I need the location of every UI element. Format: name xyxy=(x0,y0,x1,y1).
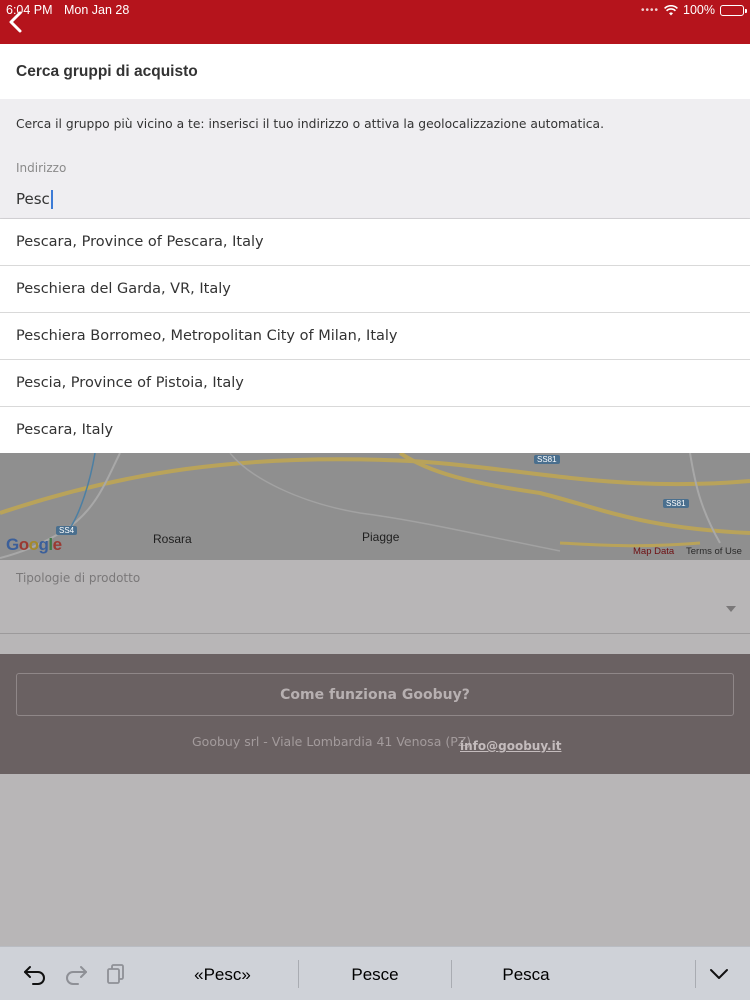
signal-dots-icon: •••• xyxy=(641,4,660,16)
footer: Come funziona Goobuy? Goobuy srl - Viale… xyxy=(0,654,750,774)
address-suggestions: Pescara, Province of Pescara, Italy Pesc… xyxy=(0,219,750,453)
map-view[interactable]: SS81 SS81 SS4 Rosara Piagge Google Map D… xyxy=(0,453,750,560)
search-description: Cerca il gruppo più vicino a te: inseris… xyxy=(16,117,604,131)
address-value: Pesc xyxy=(16,190,50,208)
app-bar: 6:04 PM Mon Jan 28 •••• 100% xyxy=(0,0,750,44)
terms-of-use-link[interactable]: Terms of Use xyxy=(686,546,742,557)
suggestion-divider xyxy=(298,960,299,988)
keyboard-suggestion[interactable]: Pesce xyxy=(300,965,450,985)
page-title: Cerca gruppi di acquisto xyxy=(16,63,198,80)
battery-percent: 100% xyxy=(683,3,715,17)
search-section: Cerca il gruppo più vicino a te: inseris… xyxy=(0,99,750,219)
paste-icon xyxy=(107,964,124,984)
back-button[interactable] xyxy=(6,10,30,36)
text-caret xyxy=(50,189,53,209)
company-info: Goobuy srl - Viale Lombardia 41 Venosa (… xyxy=(192,734,472,749)
chevron-left-icon xyxy=(9,11,22,33)
email-link[interactable]: info@goobuy.it xyxy=(460,739,561,753)
map-place-label: Rosara xyxy=(153,532,192,546)
product-type-label: Tipologie di prodotto xyxy=(16,571,141,585)
address-input[interactable]: Pesc xyxy=(16,187,716,211)
keyboard-suggestion[interactable]: «Pesc» xyxy=(150,965,295,985)
road-badge-ss4: SS4 xyxy=(56,526,78,535)
undo-button[interactable] xyxy=(23,963,47,985)
road-badge-ss81: SS81 xyxy=(663,499,689,508)
road-badge-ss81: SS81 xyxy=(534,455,560,464)
address-label: Indirizzo xyxy=(16,161,67,175)
redo-icon xyxy=(66,966,87,985)
status-right: •••• 100% xyxy=(641,3,747,17)
undo-icon xyxy=(24,966,45,985)
dropdown-arrow-icon xyxy=(726,606,736,612)
google-logo: Google xyxy=(6,535,62,554)
status-bar: 6:04 PM Mon Jan 28 •••• 100% xyxy=(6,3,747,19)
map-data-link[interactable]: Map Data xyxy=(633,546,674,557)
keyboard-suggestion[interactable]: Pesca xyxy=(452,965,600,985)
suggestion-item[interactable]: Peschiera Borromeo, Metropolitan City of… xyxy=(0,313,750,360)
suggestion-item[interactable]: Pescia, Province of Pistoia, Italy xyxy=(0,360,750,407)
suggestion-item[interactable]: Pescara, Italy xyxy=(0,407,750,453)
status-date: Mon Jan 28 xyxy=(64,3,130,17)
suggestion-divider xyxy=(695,960,696,988)
keyboard-shortcut-bar: «Pesc» Pesce Pesca xyxy=(0,946,750,1000)
keyboard-dismiss-icon xyxy=(710,969,728,979)
how-it-works-button[interactable]: Come funziona Goobuy? xyxy=(16,673,734,716)
suggestion-item[interactable]: Peschiera del Garda, VR, Italy xyxy=(0,266,750,313)
product-type-select[interactable]: Tipologie di prodotto xyxy=(0,560,750,634)
keyboard-dismiss-button[interactable] xyxy=(707,963,731,985)
paste-button[interactable] xyxy=(104,963,128,985)
map-place-label: Piagge xyxy=(362,530,400,544)
suggestion-item[interactable]: Pescara, Province of Pescara, Italy xyxy=(0,219,750,266)
wifi-icon xyxy=(664,4,678,15)
battery-icon xyxy=(720,4,747,16)
title-bar: Cerca gruppi di acquisto xyxy=(0,44,750,99)
redo-button[interactable] xyxy=(64,963,88,985)
